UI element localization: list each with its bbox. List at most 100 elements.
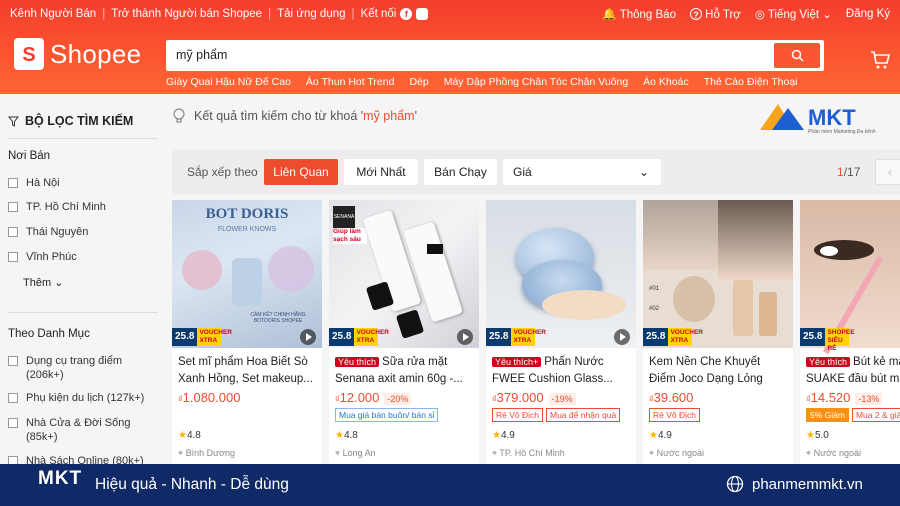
- mkt-logo-text: MKT: [808, 105, 856, 130]
- search-icon: [791, 49, 804, 62]
- star-icon: ★: [492, 430, 501, 441]
- filter-sidebar: BỘ LỌC TÌM KIẾM Nơi Bán Hà Nội TP. Hồ Ch…: [0, 94, 160, 474]
- location-pin-icon: ⌖: [649, 448, 655, 458]
- product-title: Yêu thíchBút kẻ mắt SUAKE đầu bút mả...: [806, 356, 900, 385]
- checkbox-location[interactable]: Thái Nguyên: [8, 225, 158, 239]
- instagram-icon[interactable]: [416, 8, 429, 20]
- suggestion-link[interactable]: Áo Thun Hot Trend: [306, 76, 395, 88]
- download-app-link[interactable]: Tải ứng dụng: [277, 8, 345, 20]
- location-pin-icon: ⌖: [806, 448, 812, 458]
- location-pin-icon: ⌖: [335, 448, 341, 458]
- product-location: ⌖ Long An: [335, 448, 376, 458]
- star-icon: ★: [178, 430, 187, 441]
- play-video-icon[interactable]: [614, 329, 630, 345]
- bell-icon: 🔔: [602, 9, 617, 21]
- suggestion-link[interactable]: Dép: [409, 76, 428, 88]
- product-title: Yêu thích Sữa rửa mặt Senana axit amin 60…: [335, 356, 463, 385]
- suggestion-link[interactable]: Máy Dập Phồng Chân Tóc Chân Vuông: [444, 76, 628, 88]
- discount-badge: -20%: [384, 392, 412, 405]
- seller-channel-link[interactable]: Kênh Người Bán: [10, 8, 96, 20]
- promo-badge: 25.8 VOUCHER XTRA: [643, 328, 703, 346]
- chevron-down-icon: ⌄: [822, 9, 832, 21]
- product-card[interactable]: #01 #02 25.8 VOUCHER XTRA Kem Nền Che Khu…: [643, 200, 793, 470]
- promo-badge: 25.8 SHOPEE SIÊU RẺ: [800, 328, 855, 352]
- product-image: #01 #02: [643, 200, 793, 348]
- favorite-tag: Yêu thích: [335, 357, 380, 367]
- search-bar[interactable]: mỹ phẩm: [166, 40, 824, 71]
- footer-website[interactable]: phanmemmkt.vn: [752, 476, 863, 493]
- search-keyword: mỹ phẩm: [363, 109, 415, 123]
- product-location: ⌖ Nước ngoài: [649, 448, 705, 458]
- language-selector[interactable]: ◎ Tiếng Việt ⌄: [755, 7, 832, 21]
- product-image: [486, 200, 636, 348]
- search-input[interactable]: mỹ phẩm: [176, 48, 227, 62]
- checkbox-location[interactable]: TP. Hồ Chí Minh: [8, 200, 158, 214]
- checkbox-category[interactable]: Phụ kiện du lịch (127k+): [8, 391, 158, 405]
- sort-bestselling-button[interactable]: Bán Chạy: [424, 159, 497, 185]
- filter-icon: [8, 116, 19, 127]
- prev-page-button[interactable]: ‹: [875, 159, 900, 185]
- product-card[interactable]: 25.8SHOPEE SIÊU RẺ Yêu thíchBút kẻ mắt S…: [800, 200, 900, 470]
- product-location: ⌖ Nước ngoài: [806, 448, 862, 458]
- connect-label: Kết nối: [360, 8, 397, 20]
- product-location: ⌖ Bình Dương: [178, 448, 236, 458]
- promo-badge: 25.8 VOUCHER XTRA: [329, 328, 389, 346]
- play-video-icon[interactable]: [300, 329, 316, 345]
- product-title: Set mĩ phẩm Hoa Biết Sò Xanh Hồng, Set m…: [178, 356, 313, 385]
- filter-title: BỘ LỌC TÌM KIẾM: [8, 114, 133, 128]
- star-icon: ★: [649, 430, 658, 441]
- suggestion-link[interactable]: Thẻ Cào Điện Thoại: [704, 76, 798, 88]
- search-suggestions: Giày Quai Hậu Nữ Đế Cao Áo Thun Hot Tren…: [166, 76, 798, 88]
- sort-bar: Sắp xếp theo Liên Quan Mới Nhất Bán Chạy…: [172, 150, 900, 194]
- category-heading: Theo Danh Mục: [8, 328, 90, 340]
- sort-relevance-button[interactable]: Liên Quan: [264, 159, 338, 185]
- discount-badge: -13%: [855, 392, 883, 405]
- product-image: BOT DORIS FLOWER KNOWS CẢM KẾT CHÍNH HÃN…: [172, 200, 322, 348]
- checkbox-category[interactable]: Dụng cụ trang điểm (206k+): [8, 354, 158, 382]
- shopee-logo[interactable]: S Shopee: [14, 38, 141, 70]
- footer-slogan: Hiệu quả - Nhanh - Dễ dùng: [95, 476, 289, 493]
- seller-location-heading: Nơi Bán: [8, 150, 51, 162]
- page-indicator: 1/17: [837, 165, 861, 179]
- suggestion-link[interactable]: Áo Khoác: [643, 76, 689, 88]
- checkbox-location[interactable]: Hà Nội: [8, 176, 158, 190]
- sort-label: Sắp xếp theo: [187, 165, 258, 179]
- favorite-tag: Yêu thích: [806, 357, 851, 367]
- notifications-link[interactable]: 🔔 Thông Báo: [602, 7, 676, 21]
- product-price: ₫14.520 -13%: [806, 390, 883, 405]
- play-video-icon[interactable]: [457, 329, 473, 345]
- product-title: Yêu thích+ Phấn Nước FWEE Cushion Glass..…: [492, 356, 613, 385]
- mkt-logo: MKT Phần mềm Marketing Đa kênh: [758, 100, 890, 136]
- product-price: ₫1.080.000: [178, 390, 241, 405]
- cart-icon[interactable]: [870, 50, 891, 75]
- suggestion-link[interactable]: Giày Quai Hậu Nữ Đế Cao: [166, 76, 291, 88]
- promo-badge: 25.8 VOUCHER XTRA: [486, 328, 546, 346]
- product-card[interactable]: SENANA Giúp làm sạch sâu 25.8 VOUCHER XTR…: [329, 200, 479, 470]
- location-pin-icon: ⌖: [178, 448, 184, 458]
- product-card[interactable]: 25.8 VOUCHER XTRA Yêu thích+ Phấn Nước FWE…: [486, 200, 636, 470]
- location-pin-icon: ⌖: [492, 448, 498, 458]
- discount-badge: -19%: [548, 392, 576, 405]
- product-chips: 5% GiảmMua 2 & giảm: [806, 408, 900, 422]
- header-bar: Kênh Người Bán | Trở thành Người bán Shop…: [0, 0, 900, 94]
- facebook-icon[interactable]: f: [400, 8, 413, 20]
- register-link[interactable]: Đăng Ký: [846, 8, 890, 20]
- mkt-logo-subtitle: Phần mềm Marketing Đa kênh: [808, 129, 876, 135]
- promo-footer-banner: MKT Hiệu quả - Nhanh - Dễ dùng phanmemmk…: [0, 464, 900, 506]
- become-seller-link[interactable]: Trở thành Người bán Shopee: [111, 8, 262, 20]
- product-title: Kem Nền Che Khuyết Điểm Joco Dạng Lỏng 4…: [649, 356, 763, 385]
- product-card[interactable]: BOT DORIS FLOWER KNOWS CẢM KẾT CHÍNH HÃN…: [172, 200, 322, 470]
- question-icon: ?: [689, 7, 702, 20]
- product-price: ₫12.000 -20%: [335, 390, 412, 405]
- footer-mkt-logo: MKT: [38, 468, 83, 489]
- show-more-link[interactable]: Thêm ⌄: [23, 276, 63, 289]
- price-sort-select[interactable]: Giá ⌄: [503, 159, 661, 185]
- globe-icon: [726, 475, 744, 493]
- help-link[interactable]: ? Hỗ Trợ: [689, 7, 741, 21]
- sort-newest-button[interactable]: Mới Nhất: [344, 159, 418, 185]
- favorite-tag: Yêu thích+: [492, 357, 542, 367]
- search-button[interactable]: [774, 43, 820, 68]
- checkbox-category[interactable]: Nhà Cửa & Đời Sống (85k+): [8, 416, 158, 444]
- checkbox-location[interactable]: Vĩnh Phúc: [8, 250, 158, 264]
- star-icon: ★: [806, 430, 815, 441]
